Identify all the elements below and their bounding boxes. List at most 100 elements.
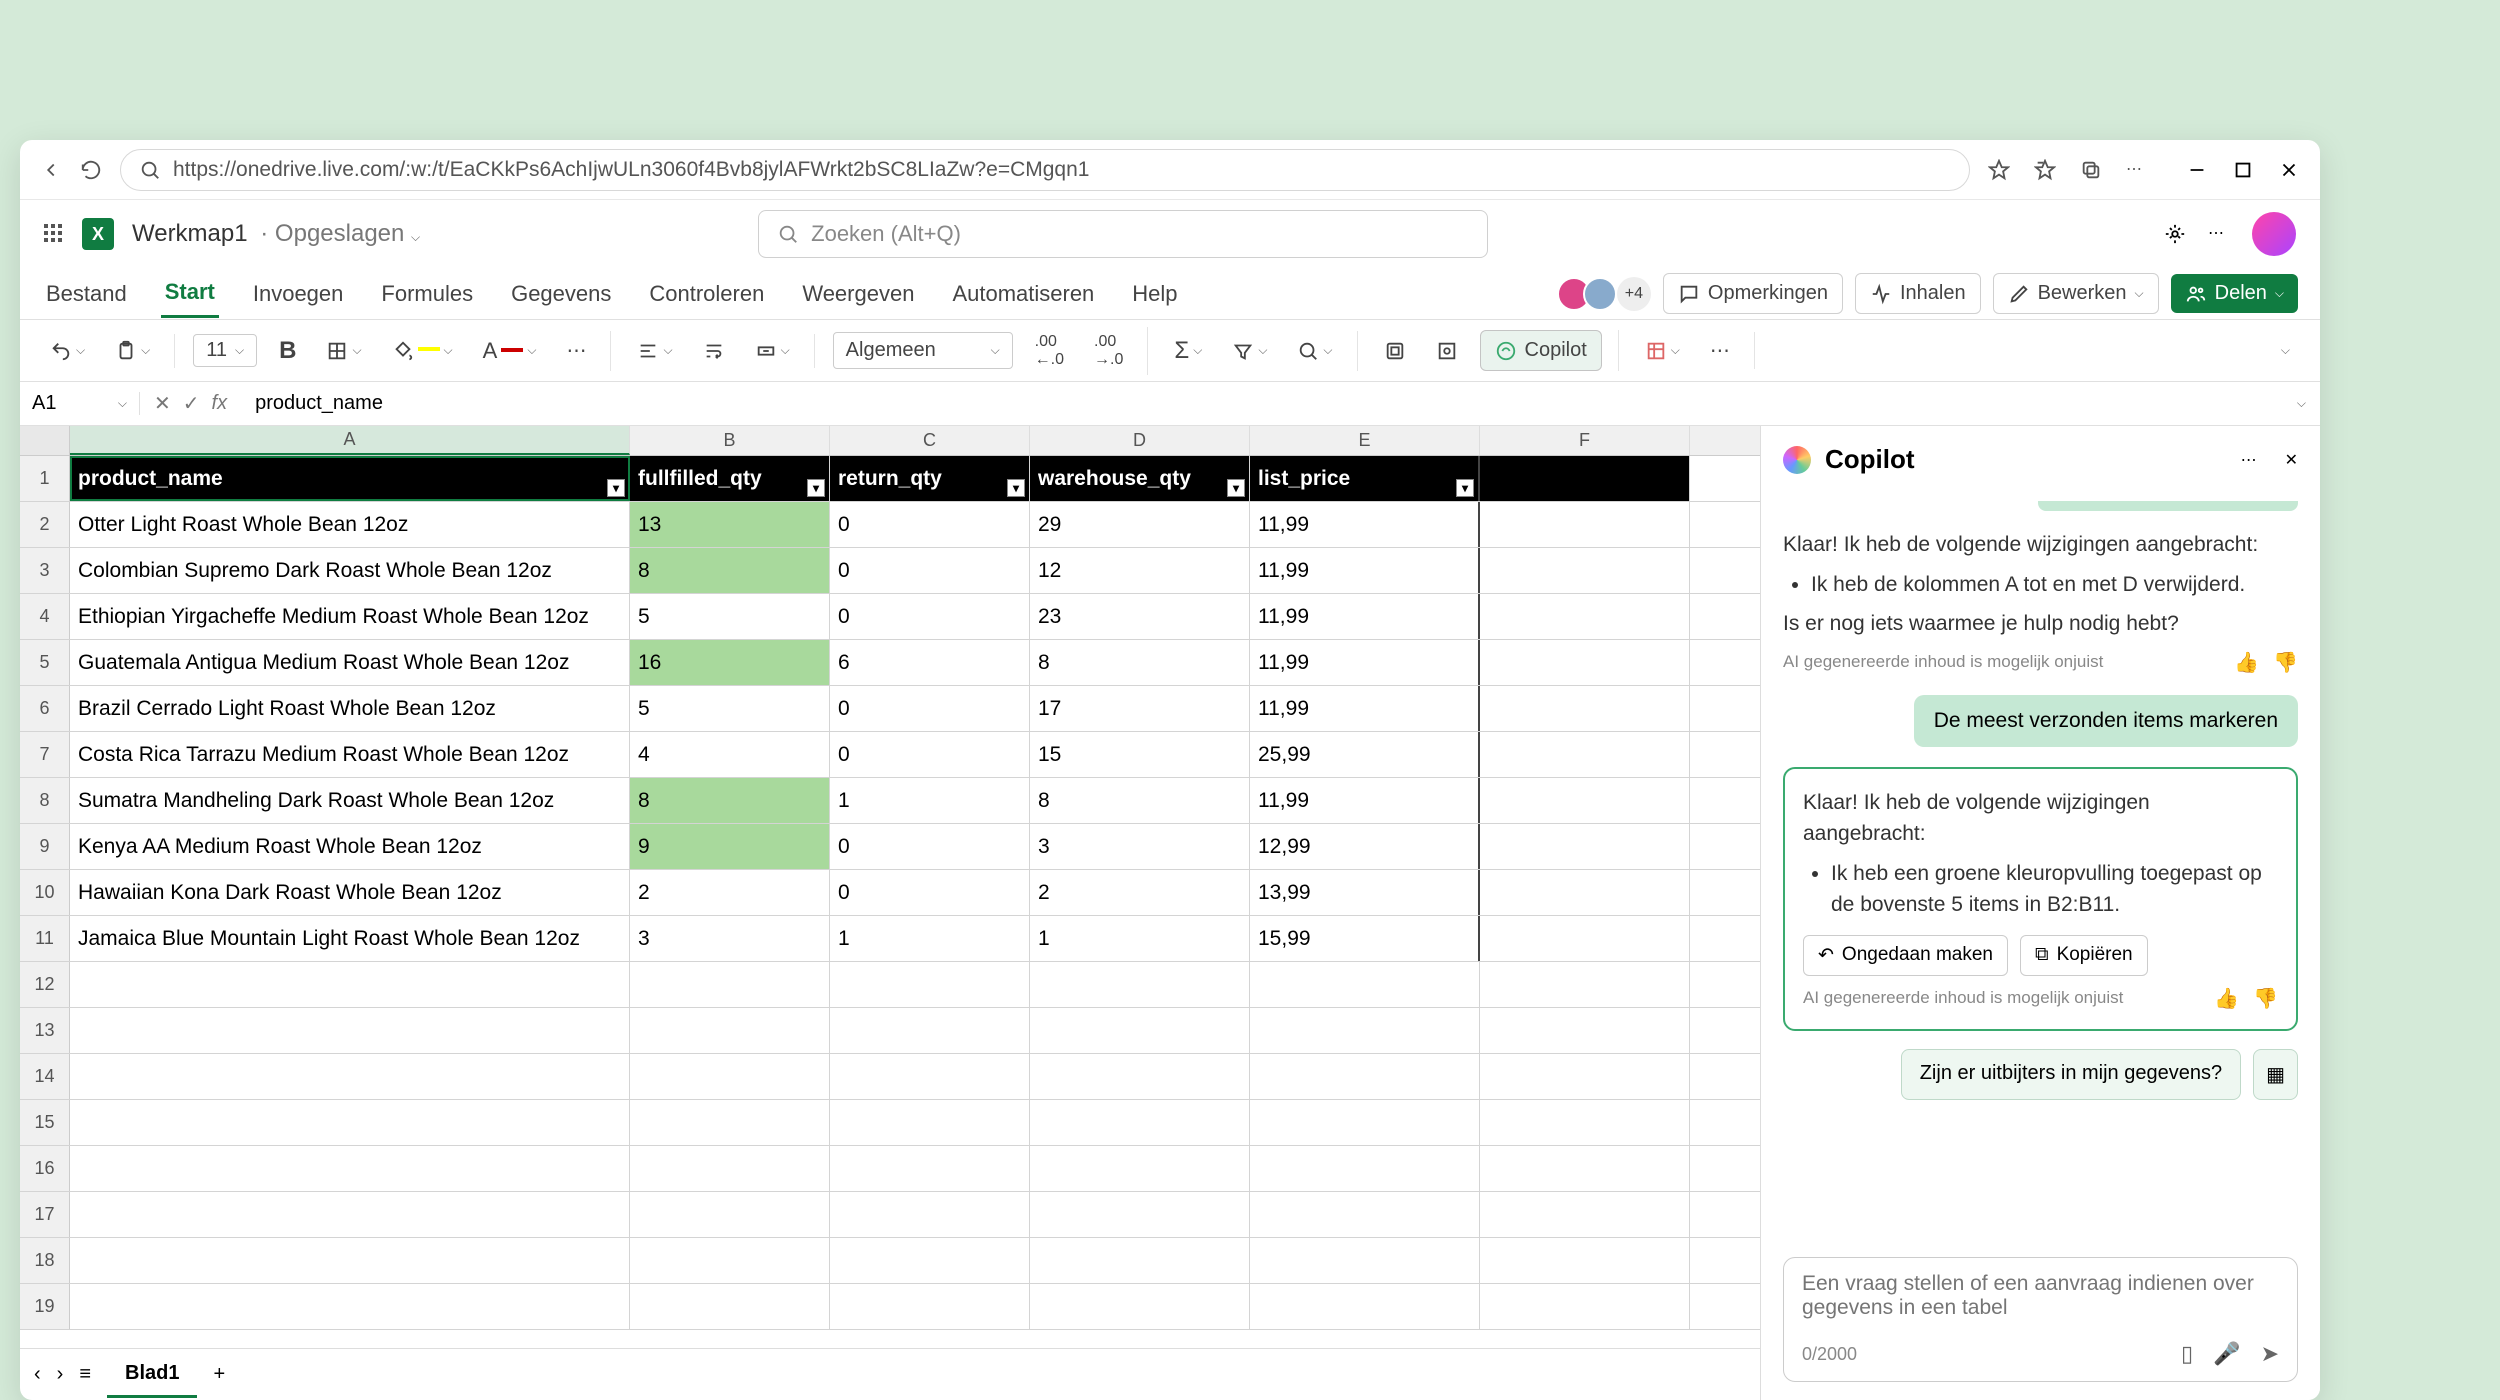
more-font-icon[interactable]: ⋯ [558,332,594,369]
cell[interactable] [1480,916,1690,961]
suggestion-chip[interactable]: Zijn er uitbijters in mijn gegevens? [1901,1049,2241,1100]
tab-data[interactable]: Gegevens [507,271,615,317]
col-header-d[interactable]: D [1030,426,1250,455]
row-header[interactable]: 5 [20,640,70,685]
row-header[interactable]: 14 [20,1054,70,1099]
cell[interactable]: 12 [1030,548,1250,593]
cell[interactable] [70,1238,630,1283]
tab-help[interactable]: Help [1128,271,1181,317]
url-input[interactable] [173,158,1951,182]
header-cell[interactable]: return_qty▾ [830,456,1030,501]
cell[interactable] [1480,870,1690,915]
row-header[interactable]: 16 [20,1146,70,1191]
cell[interactable]: 8 [630,778,830,823]
cell[interactable]: 0 [830,548,1030,593]
row-header[interactable]: 7 [20,732,70,777]
cell[interactable] [830,1146,1030,1191]
cell[interactable] [1480,1054,1690,1099]
tab-file[interactable]: Bestand [42,271,131,317]
cell[interactable]: 5 [630,686,830,731]
cell[interactable]: 12,99 [1250,824,1480,869]
autosum-button[interactable]: Σ⌵ [1166,331,1210,371]
cell[interactable]: 23 [1030,594,1250,639]
confirm-formula-icon[interactable]: ✓ [183,391,200,416]
cell[interactable] [830,1008,1030,1053]
cell[interactable] [1250,1008,1480,1053]
cell[interactable] [630,1008,830,1053]
catchup-button[interactable]: Inhalen [1855,273,1981,314]
star-icon[interactable] [1988,159,2010,181]
font-size-select[interactable]: 11⌵ [193,334,257,367]
spreadsheet-grid[interactable]: A B C D E F 1product_name▾fullfilled_qty… [20,426,1760,1400]
row-header[interactable]: 13 [20,1008,70,1053]
col-header-b[interactable]: B [630,426,830,455]
copy-action-button[interactable]: ⧉Kopiëren [2020,935,2148,976]
cell[interactable]: 9 [630,824,830,869]
sheet-prev-icon[interactable]: ‹ [34,1363,41,1386]
row-header[interactable]: 18 [20,1238,70,1283]
cell[interactable]: Costa Rica Tarrazu Medium Roast Whole Be… [70,732,630,777]
cell[interactable] [70,1146,630,1191]
cell[interactable]: 15,99 [1250,916,1480,961]
cell[interactable]: 11,99 [1250,548,1480,593]
cell[interactable] [70,1008,630,1053]
row-header[interactable]: 2 [20,502,70,547]
cell[interactable]: 29 [1030,502,1250,547]
cell[interactable] [70,962,630,1007]
col-header-f[interactable]: F [1480,426,1690,455]
paste-button[interactable]: ⌵ [107,334,158,368]
cell[interactable]: 8 [1030,778,1250,823]
cell[interactable] [1030,1054,1250,1099]
cell[interactable] [1030,1146,1250,1191]
tab-automate[interactable]: Automatiseren [948,271,1098,317]
cell[interactable] [1030,962,1250,1007]
decrease-decimal-button[interactable]: .00→.0 [1086,327,1131,375]
addins-button[interactable] [1376,334,1414,368]
header-cell[interactable]: fullfilled_qty▾ [630,456,830,501]
sheet-next-icon[interactable]: › [57,1363,64,1386]
row-header[interactable]: 11 [20,916,70,961]
cell[interactable]: 11,99 [1250,686,1480,731]
cell[interactable] [630,962,830,1007]
find-button[interactable]: ⌵ [1289,334,1340,368]
cell[interactable] [1480,1238,1690,1283]
cell[interactable] [630,1054,830,1099]
cell[interactable]: 0 [830,594,1030,639]
cell[interactable]: 8 [1030,640,1250,685]
cancel-formula-icon[interactable]: ✕ [154,391,171,416]
cell[interactable]: 13 [630,502,830,547]
user-avatar[interactable] [2252,212,2296,256]
cell[interactable]: 11,99 [1250,502,1480,547]
row-header[interactable]: 15 [20,1100,70,1145]
cell[interactable]: 6 [830,640,1030,685]
row-header[interactable]: 6 [20,686,70,731]
cell[interactable] [1480,1192,1690,1237]
cell[interactable]: 11,99 [1250,640,1480,685]
row-header[interactable]: 1 [20,456,70,501]
thumbs-up-icon[interactable]: 👍 [2214,986,2239,1011]
formula-input[interactable] [241,392,2283,415]
file-name[interactable]: Werkmap1 · Opgeslagen ⌵ [132,220,420,248]
row-header[interactable]: 3 [20,548,70,593]
cell[interactable] [1250,1192,1480,1237]
cell[interactable] [830,962,1030,1007]
copilot-button[interactable]: Copilot [1480,330,1602,371]
cell[interactable]: 0 [830,686,1030,731]
cell[interactable] [1480,548,1690,593]
undo-action-button[interactable]: ↶Ongedaan maken [1803,935,2008,976]
cell[interactable] [1030,1238,1250,1283]
analyze-button[interactable] [1428,334,1466,368]
thumbs-down-icon[interactable]: 👎 [2273,650,2298,675]
bold-button[interactable]: B [271,331,304,371]
refresh-icon[interactable] [80,159,102,181]
cell[interactable] [630,1146,830,1191]
cell[interactable] [1250,1100,1480,1145]
cell[interactable] [1480,594,1690,639]
row-header[interactable]: 19 [20,1284,70,1329]
sheet-all-icon[interactable]: ≡ [79,1363,91,1386]
row-header[interactable]: 10 [20,870,70,915]
cell[interactable]: 0 [830,502,1030,547]
presence-avatars[interactable]: +4 [1565,277,1651,311]
more-icon[interactable]: ⋯ [2126,159,2148,181]
cell[interactable] [1250,1284,1480,1329]
